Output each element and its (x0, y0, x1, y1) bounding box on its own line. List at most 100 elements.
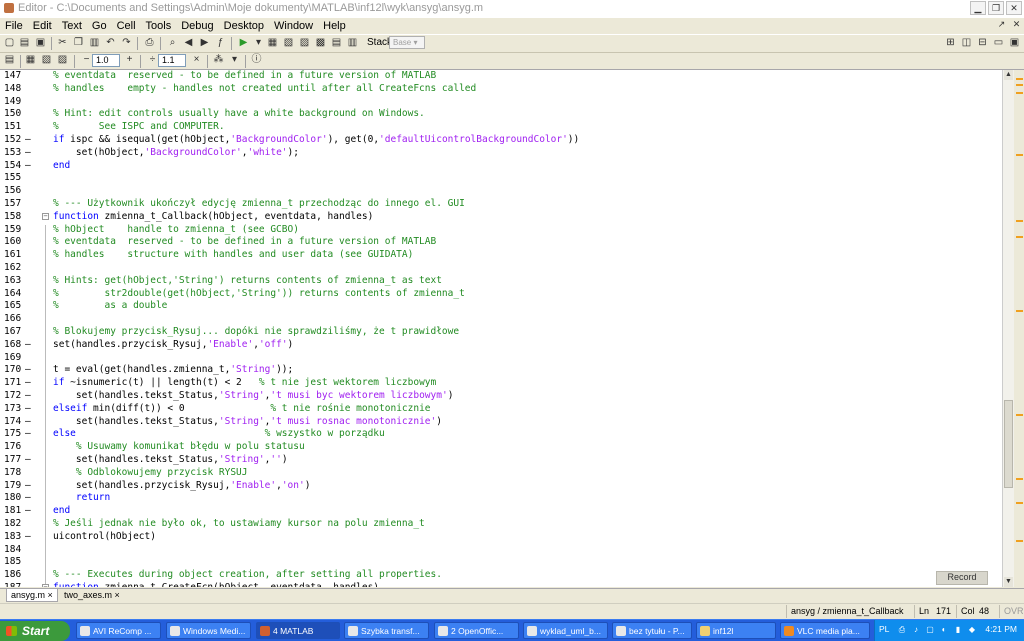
breakpoint-marker[interactable]: – (25, 479, 31, 492)
step-out-icon[interactable]: ▤ (330, 37, 343, 49)
scroll-up-icon[interactable]: ▲ (1004, 70, 1013, 80)
maximize-button[interactable]: ❐ (988, 1, 1004, 15)
code-line[interactable]: 154– end (0, 159, 1002, 172)
eval-cell-icon[interactable]: ▦ (24, 54, 37, 66)
menu-window[interactable]: Window (269, 20, 318, 32)
run-dropdown-icon[interactable]: ▾ (252, 37, 265, 49)
menu-file[interactable]: File (0, 20, 28, 32)
warning-marker[interactable] (1016, 236, 1023, 238)
code-line[interactable]: 148 % handles empty - handles not created… (0, 82, 1002, 95)
code-line[interactable]: 156 (0, 184, 1002, 197)
show-cell-titles-icon[interactable]: ⁂ (212, 54, 225, 66)
tab-close-icon[interactable]: × (115, 590, 120, 600)
tile-grid-icon[interactable]: ⊞ (944, 37, 957, 49)
start-button[interactable]: Start (0, 621, 70, 641)
warning-marker[interactable] (1016, 92, 1023, 94)
code-line[interactable]: 177– set(handles.tekst_Status,'String','… (0, 453, 1002, 466)
warning-marker[interactable] (1016, 478, 1023, 480)
code-line[interactable]: 171– if ~isnumeric(t) || length(t) < 2 % … (0, 376, 1002, 389)
signal-icon[interactable]: ▮ (953, 625, 963, 635)
task-paint[interactable]: bez tytułu - P... (612, 622, 692, 639)
code-line[interactable]: 168– set(handles.przycisk_Rysuj,'Enable',… (0, 338, 1002, 351)
tab-ansyg[interactable]: ansyg.m × (6, 589, 58, 602)
breakpoint-marker[interactable]: – (25, 159, 31, 172)
code-line[interactable]: 174– set(handles.tekst_Status,'String','… (0, 415, 1002, 428)
set-breakpoint-icon[interactable]: ▦ (266, 37, 279, 49)
warning-marker[interactable] (1016, 540, 1023, 542)
code-line[interactable]: 150 % Hint: edit controls usually have a … (0, 107, 1002, 120)
task-wyklad-uml[interactable]: wyklad_uml_b... (523, 622, 608, 639)
code-line[interactable]: 153– set(hObject,'BackgroundColor','whit… (0, 146, 1002, 159)
breakpoint-marker[interactable]: – (25, 363, 31, 376)
code-line[interactable]: 175– else % wszystko w porządku (0, 427, 1002, 440)
new-file-icon[interactable]: ▢ (3, 37, 16, 49)
code-line[interactable]: 172– set(handles.tekst_Status,'String','… (0, 389, 1002, 402)
code-line[interactable]: 164 % str2double(get(hObject,'String')) r… (0, 287, 1002, 300)
code-line[interactable]: 152– if ispc && isequal(get(hObject,'Back… (0, 133, 1002, 146)
cell-help-icon[interactable]: ⓘ (250, 54, 263, 66)
menu-edit[interactable]: Edit (28, 20, 57, 32)
redo-icon[interactable]: ↷ (120, 37, 133, 49)
save-icon[interactable]: ▣ (34, 37, 47, 49)
code-line[interactable]: 184 (0, 543, 1002, 556)
cell-mode-icon[interactable]: ▤ (3, 54, 16, 66)
code-line[interactable]: 179– set(handles.przycisk_Rysuj,'Enable'… (0, 479, 1002, 492)
breakpoint-marker[interactable]: – (25, 402, 31, 415)
code-editor[interactable]: 147 % eventdata reserved - to be defined … (0, 70, 1002, 587)
cell-step-input-1[interactable]: 1.0 (92, 54, 120, 67)
back-icon[interactable]: ◀ (182, 37, 195, 49)
tile-horizontal-icon[interactable]: ⊟ (976, 37, 989, 49)
tab-two-axes[interactable]: two_axes.m × (60, 589, 124, 602)
warning-marker[interactable] (1016, 78, 1023, 80)
breakpoint-marker[interactable]: – (25, 491, 31, 504)
clear-breakpoints-icon[interactable]: ▧ (282, 37, 295, 49)
breakpoint-marker[interactable]: – (25, 389, 31, 402)
breakpoint-marker[interactable]: – (25, 427, 31, 440)
warning-marker[interactable] (1016, 502, 1023, 504)
warning-marker[interactable] (1016, 84, 1023, 86)
language-indicator[interactable]: PL (879, 624, 889, 634)
task-inf12l[interactable]: inf12l (696, 622, 776, 639)
code-line[interactable]: 186 % --- Executes during object creation… (0, 568, 1002, 581)
tab-close-icon[interactable]: × (48, 590, 53, 600)
code-line[interactable]: 147 % eventdata reserved - to be defined … (0, 70, 1002, 82)
print-icon[interactable]: ⎙ (143, 37, 156, 49)
cell-step-input-2[interactable]: 1.1 (158, 54, 186, 67)
close-button[interactable]: ✕ (1006, 1, 1022, 15)
stack-select[interactable]: Base ▾ (389, 36, 425, 49)
breakpoint-marker[interactable]: – (25, 338, 31, 351)
find-icon[interactable]: ⌕ (166, 37, 179, 49)
breakpoint-marker[interactable]: – (25, 504, 31, 517)
eval-file-icon[interactable]: ▨ (56, 54, 69, 66)
network-icon[interactable]: ▢ (925, 625, 935, 635)
menu-desktop[interactable]: Desktop (219, 20, 269, 32)
warning-marker[interactable] (1016, 414, 1023, 416)
code-line[interactable]: 165 % as a double (0, 299, 1002, 312)
record-button[interactable]: Record (936, 571, 988, 585)
menu-cell[interactable]: Cell (112, 20, 141, 32)
code-line[interactable]: 162 (0, 261, 1002, 274)
code-line[interactable]: 176 % Usuwamy komunikat błędu w polu sta… (0, 440, 1002, 453)
code-line[interactable]: 185 (0, 555, 1002, 568)
task-windows-media[interactable]: Windows Medi... (166, 622, 251, 639)
menu-text[interactable]: Text (57, 20, 87, 32)
breakpoint-marker[interactable]: – (25, 146, 31, 159)
eval-cell-advance-icon[interactable]: ▧ (40, 54, 53, 66)
copy-icon[interactable]: ❐ (72, 37, 85, 49)
code-line[interactable]: 169 (0, 351, 1002, 364)
task-openoffice[interactable]: 2 OpenOffic... (434, 622, 519, 639)
breakpoint-marker[interactable]: – (25, 453, 31, 466)
minimize-button[interactable]: ▁ (970, 1, 986, 15)
code-line[interactable]: 187 − function zmienna_t_CreateFcn(hObject… (0, 581, 1002, 587)
float-icon[interactable]: ▭ (992, 37, 1005, 49)
cut-icon[interactable]: ✂ (56, 37, 69, 49)
code-line[interactable]: 180– return (0, 491, 1002, 504)
maximize-doc-icon[interactable]: ▣ (1008, 37, 1021, 49)
warning-marker[interactable] (1016, 220, 1023, 222)
forward-icon[interactable]: ▶ (198, 37, 211, 49)
task-avi-recomp[interactable]: AVI ReComp ... (76, 622, 161, 639)
menu-debug[interactable]: Debug (176, 20, 218, 32)
multiply-icon[interactable]: × (190, 54, 203, 66)
code-line[interactable]: 161 % handles structure with handles and … (0, 248, 1002, 261)
exit-debug-icon[interactable]: ▥ (346, 37, 359, 49)
